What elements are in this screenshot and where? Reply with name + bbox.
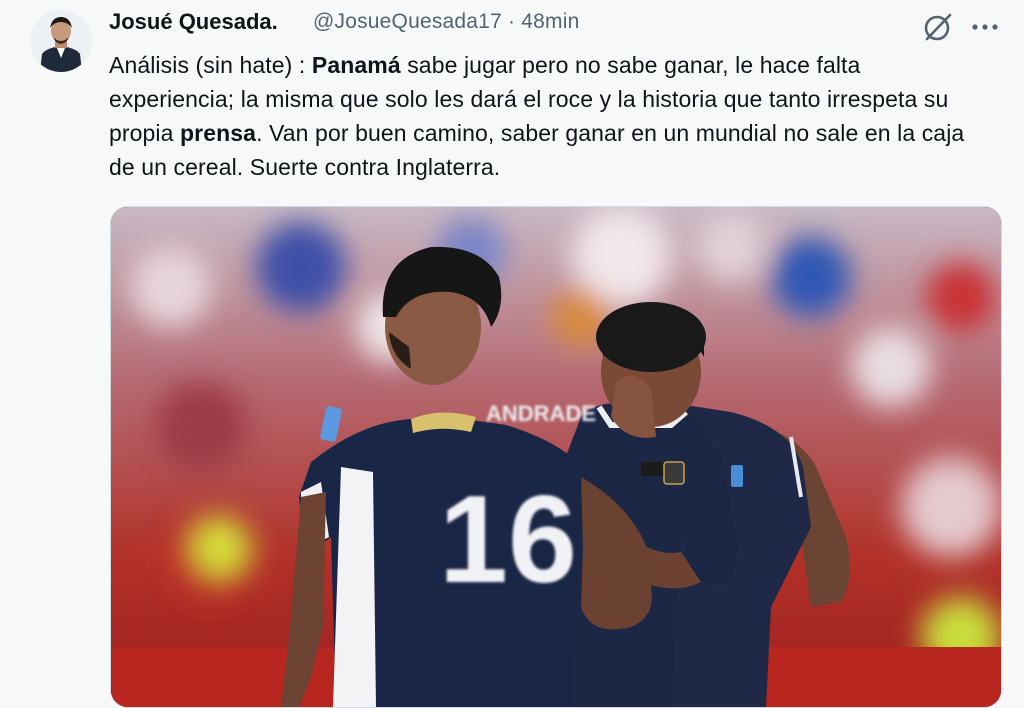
avatar[interactable]	[30, 10, 92, 72]
post-time[interactable]: 48min	[521, 10, 579, 33]
jersey-number: 16	[439, 471, 577, 609]
separator: ·	[508, 10, 516, 33]
tweet-text-bold: prensa	[180, 120, 257, 146]
grok-icon[interactable]	[920, 9, 956, 45]
tweet-text-bold: Panamá	[311, 52, 401, 78]
author-name[interactable]: Josué Quesada.	[109, 9, 278, 35]
more-options-icon[interactable]	[966, 9, 1004, 45]
jersey-name: ANDRADE	[486, 401, 596, 426]
tweet-text: Análisis (sin hate) : Panamá sabe jugar …	[109, 48, 989, 184]
tweet-text-segment: Análisis (sin hate) :	[109, 52, 312, 78]
author-handle[interactable]: @JosueQuesada17	[313, 10, 502, 33]
tweet-photo[interactable]: ANDRADE 16	[110, 206, 1002, 708]
author-handle-and-time[interactable]: @JosueQuesada17 · 48min	[313, 10, 579, 34]
